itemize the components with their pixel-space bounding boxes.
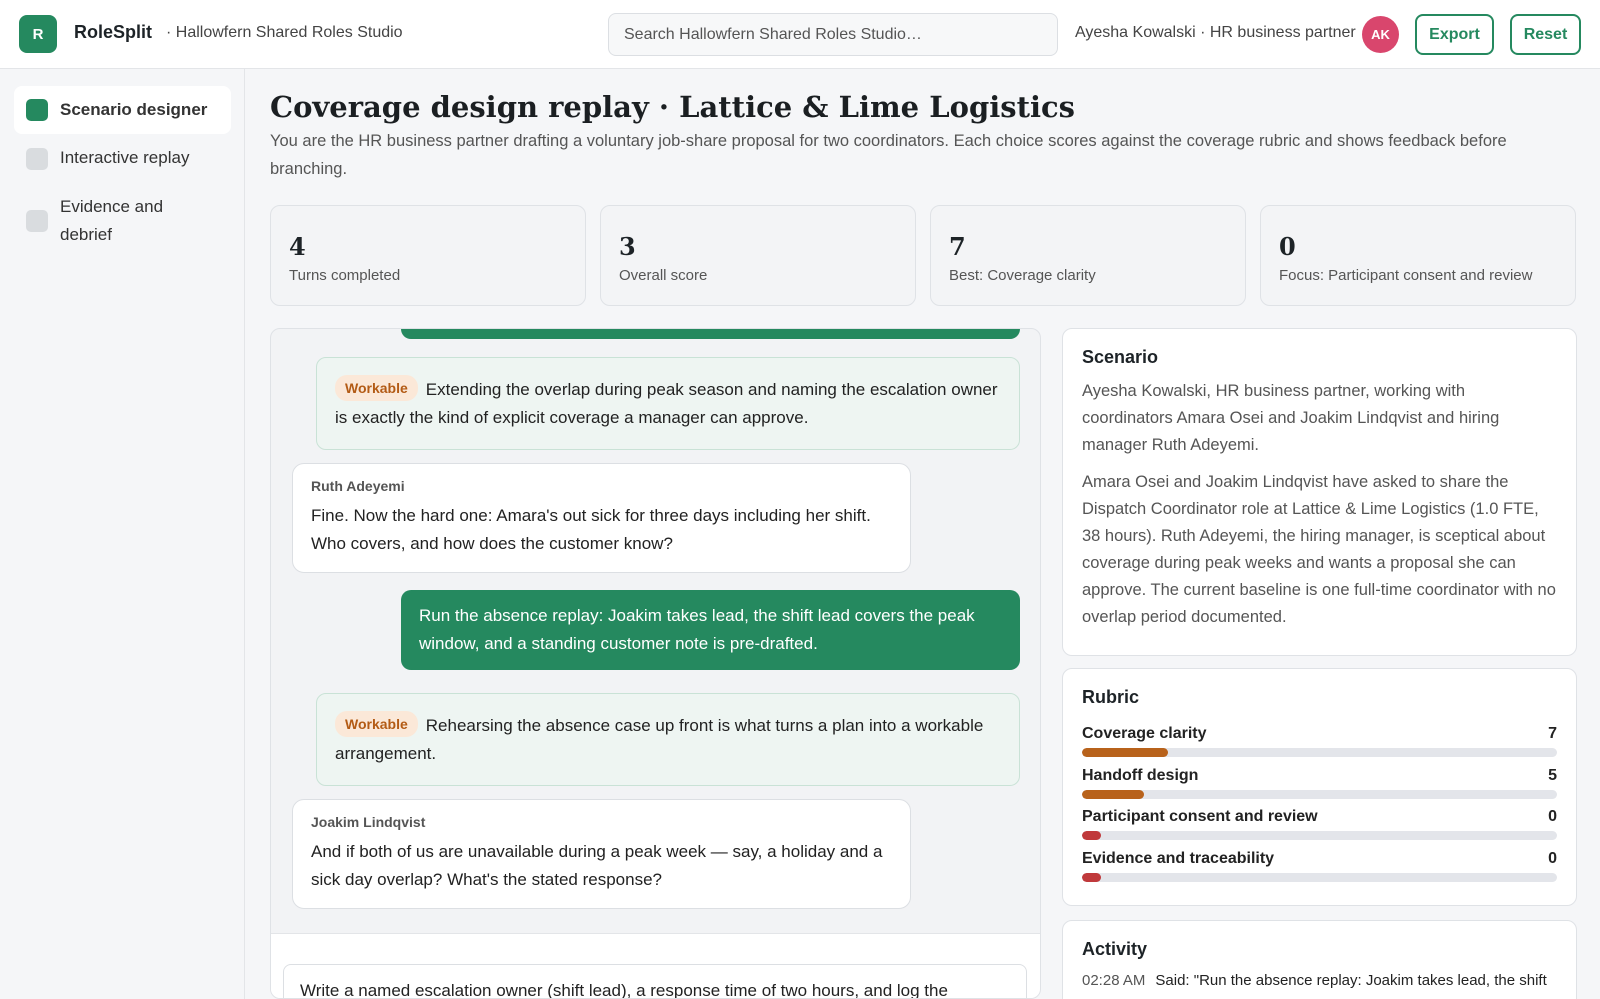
message-ruth: Ruth Adeyemi Fine. Now the hard one: Ama… bbox=[292, 463, 911, 573]
feedback-text: Extending the overlap during peak season… bbox=[335, 380, 998, 427]
rubric-bar bbox=[1082, 790, 1557, 799]
user-reply-bubble: Run the absence replay: Joakim takes lea… bbox=[401, 590, 1020, 670]
sidebar-item-scenario-designer[interactable]: Scenario designer bbox=[14, 86, 231, 134]
page-title: Coverage design replay · Lattice & Lime … bbox=[270, 90, 1075, 124]
reply-composer-input[interactable]: Write a named escalation owner (shift le… bbox=[283, 964, 1027, 998]
rubric-criterion: Participant consent and review bbox=[1082, 808, 1318, 825]
sidebar-item-label: Interactive replay bbox=[60, 148, 190, 167]
app-logo[interactable]: R bbox=[19, 15, 57, 53]
rubric-row: Participant consent and review 0 bbox=[1082, 808, 1557, 848]
nav-square-icon bbox=[26, 148, 48, 170]
stat-label: Overall score bbox=[619, 267, 708, 284]
rubric-criterion: Evidence and traceability bbox=[1082, 850, 1275, 867]
activity-time: 02:28 AM bbox=[1082, 972, 1146, 989]
activity-text: Said: "Run the absence replay: Joakim ta… bbox=[1155, 972, 1547, 989]
nav-square-icon bbox=[26, 99, 48, 121]
stat-card-best: 7 Best: Coverage clarity bbox=[930, 205, 1246, 306]
search-input[interactable] bbox=[608, 13, 1058, 56]
rubric-score: 0 bbox=[1548, 850, 1557, 867]
previous-reply-bubble bbox=[401, 329, 1020, 339]
rubric-bar bbox=[1082, 831, 1557, 840]
scenario-body: Amara Osei and Joakim Lindqvist have ask… bbox=[1082, 473, 1556, 626]
feedback-card: Workable Rehearsing the absence case up f… bbox=[316, 693, 1020, 786]
sidebar-item-label: Scenario designer bbox=[60, 100, 208, 119]
stat-card-turns: 4 Turns completed bbox=[270, 205, 586, 306]
rubric-bar bbox=[1082, 748, 1557, 757]
message-text: Fine. Now the hard one: Amara's out sick… bbox=[311, 506, 871, 553]
composer-area: Write a named escalation owner (shift le… bbox=[271, 933, 1040, 998]
page-subtitle: You are the HR business partner drafting… bbox=[270, 132, 1507, 178]
feedback-text: Rehearsing the absence case up front is … bbox=[335, 716, 984, 763]
message-author: Joakim Lindqvist bbox=[311, 814, 426, 830]
rubric-card: Rubric Coverage clarity 7 Handoff design… bbox=[1062, 668, 1577, 906]
message-text: And if both of us are unavailable during… bbox=[311, 842, 883, 889]
nav-square-icon bbox=[26, 210, 48, 232]
stat-label: Focus: Participant consent and review bbox=[1279, 267, 1533, 284]
stat-label: Turns completed bbox=[289, 267, 401, 284]
rubric-bar-fill bbox=[1082, 873, 1101, 882]
rubric-row: Coverage clarity 7 bbox=[1082, 725, 1557, 765]
feedback-tag: Workable bbox=[335, 711, 418, 737]
scenario-card: Scenario Ayesha Kowalski, HR business pa… bbox=[1062, 328, 1577, 656]
feedback-tag: Workable bbox=[335, 375, 418, 401]
export-button[interactable]: Export bbox=[1415, 14, 1494, 55]
stat-value: 7 bbox=[949, 232, 966, 261]
activity-card: Activity 02:28 AM Said: "Run the absence … bbox=[1062, 920, 1577, 999]
sidebar-item-label: Evidence and debrief bbox=[60, 197, 164, 244]
activity-heading: Activity bbox=[1082, 939, 1148, 959]
stat-value: 4 bbox=[289, 232, 306, 261]
stat-label: Best: Coverage clarity bbox=[949, 267, 1096, 284]
stat-value: 0 bbox=[1279, 232, 1296, 261]
top-bar: R RoleSplit · Hallowfern Shared Roles St… bbox=[0, 0, 1600, 69]
stat-card-overall-score: 3 Overall score bbox=[600, 205, 916, 306]
scenario-intro: Ayesha Kowalski, HR business partner, wo… bbox=[1082, 382, 1500, 454]
rubric-row: Evidence and traceability 0 bbox=[1082, 850, 1557, 890]
rubric-score: 5 bbox=[1548, 767, 1557, 784]
workspace-name: · Hallowfern Shared Roles Studio bbox=[166, 24, 403, 41]
rubric-bar bbox=[1082, 873, 1557, 882]
stat-card-focus: 0 Focus: Participant consent and review bbox=[1260, 205, 1576, 306]
rubric-criterion: Handoff design bbox=[1082, 767, 1199, 784]
scenario-heading: Scenario bbox=[1082, 347, 1159, 367]
rubric-criterion: Coverage clarity bbox=[1082, 725, 1207, 742]
message-joakim: Joakim Lindqvist And if both of us are u… bbox=[292, 799, 911, 909]
rubric-bar-fill bbox=[1082, 831, 1101, 840]
rubric-heading: Rubric bbox=[1082, 687, 1140, 707]
app-name: RoleSplit bbox=[74, 22, 153, 42]
rubric-score: 0 bbox=[1548, 808, 1557, 825]
feedback-card: Workable Extending the overlap during pea… bbox=[316, 357, 1020, 450]
message-author: Ruth Adeyemi bbox=[311, 478, 405, 494]
stat-value: 3 bbox=[619, 232, 636, 261]
sidebar-item-evidence-debrief[interactable]: Evidence and debrief bbox=[14, 191, 231, 251]
rubric-bar-fill bbox=[1082, 748, 1168, 757]
activity-entry: 02:28 AM Said: "Run the absence replay: J… bbox=[1082, 972, 1557, 989]
rubric-row: Handoff design 5 bbox=[1082, 767, 1557, 807]
rubric-bar-fill bbox=[1082, 790, 1144, 799]
avatar[interactable]: AK bbox=[1362, 16, 1399, 53]
sidebar: Scenario designer Interactive replay Evi… bbox=[0, 69, 245, 999]
sidebar-item-interactive-replay[interactable]: Interactive replay bbox=[14, 139, 231, 179]
user-label: Ayesha Kowalski · HR business partner bbox=[1075, 24, 1356, 41]
rubric-score: 7 bbox=[1548, 725, 1557, 742]
transcript-panel[interactable]: Workable Extending the overlap during pea… bbox=[270, 328, 1041, 999]
reset-button[interactable]: Reset bbox=[1510, 14, 1581, 55]
